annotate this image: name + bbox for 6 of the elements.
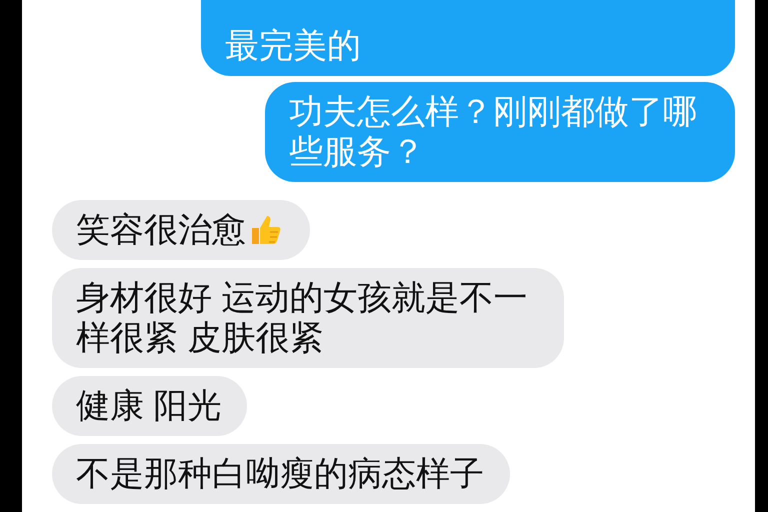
message-bubble: 健康 阳光 — [52, 376, 248, 436]
message-bubble: 笑容很治愈 — [52, 200, 310, 260]
message-bubble: 最完美的 — [201, 0, 735, 76]
message-bubble: 身材很好 运动的女孩就是不一样很紧 皮肤很紧 — [52, 268, 564, 368]
message-bubble: 不是那种白呦瘦的病态样子 — [52, 444, 510, 504]
message-bubble: 功夫怎么样？刚刚都做了哪些服务？ — [265, 82, 735, 182]
